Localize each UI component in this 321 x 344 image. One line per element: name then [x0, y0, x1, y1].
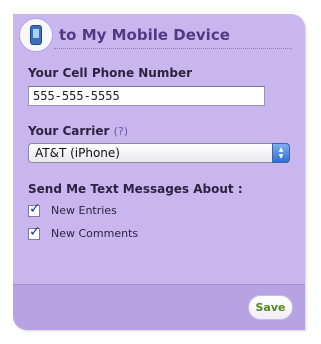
panel-title: to My Mobile Device: [59, 26, 230, 44]
phone-glyph: [30, 25, 42, 45]
checkmark-icon: ✓: [29, 201, 41, 217]
carrier-selected-value: AT&T (iPhone): [35, 146, 120, 160]
new-entries-label: New Entries: [51, 204, 117, 217]
new-comments-checkbox[interactable]: ✓: [28, 224, 41, 240]
carrier-select[interactable]: AT&T (iPhone) ▲ ▼: [28, 143, 290, 163]
mobile-device-panel: [13, 14, 305, 330]
title-divider: [54, 48, 292, 49]
mobile-phone-icon: [19, 18, 53, 52]
carrier-label: Your Carrier (?): [28, 124, 128, 138]
save-button[interactable]: Save: [248, 295, 293, 320]
carrier-label-text: Your Carrier: [28, 124, 110, 138]
phone-number-input[interactable]: 555-555-5555: [28, 86, 265, 106]
checkmark-icon: ✓: [29, 224, 41, 240]
new-entries-checkbox[interactable]: ✓: [28, 201, 41, 217]
new-comments-label: New Comments: [51, 227, 139, 240]
carrier-help-link[interactable]: (?): [114, 125, 128, 138]
select-arrows-icon: ▲ ▼: [272, 143, 290, 163]
notifications-label: Send Me Text Messages About :: [28, 182, 243, 196]
phone-number-label: Your Cell Phone Number: [28, 66, 192, 80]
